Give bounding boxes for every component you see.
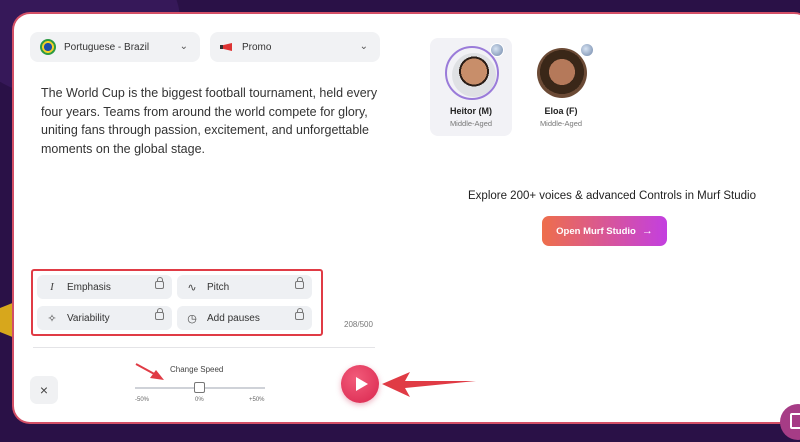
annotation-arrow-play (382, 372, 476, 397)
globe-icon (490, 43, 504, 57)
voice-name: Eloa (F) (544, 106, 578, 116)
voice-age: Middle-Aged (449, 119, 493, 128)
voice-name: Heitor (M) (450, 106, 492, 116)
chat-icon (790, 413, 800, 429)
voice-card-heitor[interactable]: Heitor (M) Middle-Aged (430, 38, 512, 136)
open-murf-studio-button[interactable]: Open Murf Studio → (542, 216, 667, 246)
annotation-arrow-speed (135, 363, 164, 380)
arrow-right-icon: → (641, 225, 653, 237)
globe-icon (580, 43, 594, 57)
explore-text: Explore 200+ voices & advanced Controls … (468, 190, 756, 202)
annotation-arrows (135, 363, 476, 397)
voice-card-eloa[interactable]: Eloa (F) Middle-Aged (520, 38, 602, 136)
voice-age: Middle-Aged (539, 119, 583, 128)
open-studio-label: Open Murf Studio (556, 225, 636, 237)
